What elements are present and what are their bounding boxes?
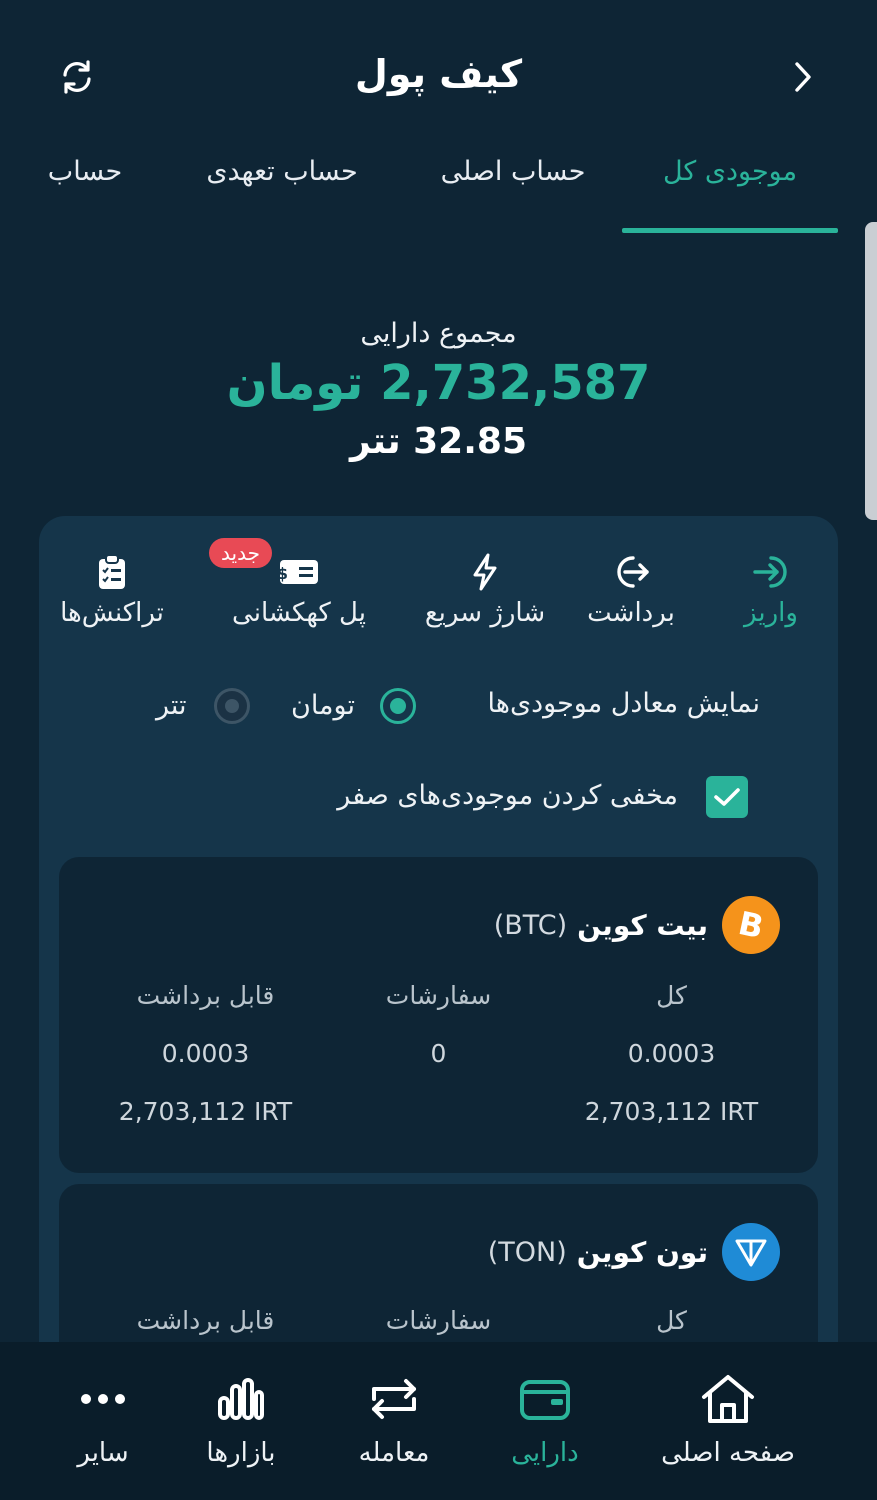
total-toman-value: 2,732,587 تومان [226,355,651,411]
nav-markets[interactable]: بازارها [194,1372,288,1468]
check-icon [714,788,740,806]
app-header: کیف پول [0,0,877,150]
withdraw-label: برداشت [587,598,675,628]
withdrawable-irt-value: 2,703,112 IRT [118,1097,293,1126]
new-badge: جدید [209,538,272,568]
nav-markets-label: بازارها [206,1438,276,1468]
wallet-icon [520,1380,570,1420]
galaxy-bridge-label: پل کهکشانی [232,598,366,628]
page-title: کیف پول [354,52,523,96]
toncoin-icon [722,1223,780,1281]
bottom-navigation: صفحه اصلی دارایی معامله بازارها سایر [0,1342,877,1500]
ticket-icon: $ [279,560,318,584]
column-header: قابل برداشت [136,981,275,1010]
column-header: قابل برداشت [136,1306,275,1335]
radio-tether-label[interactable]: تتر [156,690,187,721]
coin-card-btc[interactable]: B بیت کوین (BTC) کل سفارشات قابل برداشت … [59,857,818,1173]
column-header: کل [656,1306,687,1335]
column-withdrawable: قابل برداشت [79,1306,332,1335]
hide-zero-checkbox[interactable] [706,776,748,818]
column-withdrawable: قابل برداشت [79,981,332,1010]
nav-more-label: سایر [77,1438,129,1468]
radio-tether[interactable] [214,688,250,724]
clipboard-icon [99,554,125,589]
active-tab-indicator [622,228,838,233]
nav-assets[interactable]: دارایی [492,1372,598,1468]
total-amount: 0.0003 [627,1039,716,1068]
coin-symbol: (BTC) [493,909,568,941]
transactions-button[interactable]: تراکنش‌ها [49,552,175,628]
total-assets-label: مجموع دارایی [360,318,517,349]
radio-toman-label[interactable]: تومان [291,690,355,721]
orders-amount: 0 [430,1039,447,1068]
equivalent-display-row: نمایش معادل موجودی‌ها تومان تتر [39,684,838,728]
radio-toman[interactable] [380,688,416,724]
total-irt-value: 2,703,112 IRT [584,1097,759,1126]
nav-more[interactable]: سایر [60,1372,146,1468]
deposit-icon [753,556,787,588]
back-button[interactable] [779,54,825,100]
hide-zero-row: مخفی کردن موجودی‌های صفر [39,774,838,818]
withdraw-button[interactable]: برداشت [579,552,683,628]
withdrawable-amount: 0.0003 [161,1039,250,1068]
tab-main-account[interactable]: حساب اصلی [420,156,606,187]
quick-charge-button[interactable]: شارژ سریع [415,552,555,628]
coin-symbol: (TON) [487,1236,567,1268]
quick-charge-label: شارژ سریع [424,598,546,628]
column-header: کل [656,981,687,1010]
svg-text:B: B [735,907,767,943]
balance-summary: مجموع دارایی 2,732,587 تومان 32.85 تتر [0,318,877,462]
chevron-right-icon [795,62,811,92]
total-tether-value: 32.85 تتر [349,421,527,462]
lightning-icon [473,553,497,591]
exchange-icon [372,1379,416,1419]
coin-header: تون کوین (TON) [488,1222,780,1282]
bitcoin-icon: B [722,896,780,954]
withdraw-icon [617,556,649,588]
transactions-label: تراکنش‌ها [60,598,164,628]
deposit-button[interactable]: واریز [717,552,825,628]
nav-assets-label: دارایی [511,1438,579,1468]
nav-home-label: صفحه اصلی [661,1438,795,1468]
home-icon [702,1375,754,1423]
deposit-label: واریز [744,598,798,628]
svg-text:$: $ [279,564,288,583]
hide-zero-label: مخفی کردن موجودی‌های صفر [337,780,678,811]
column-header: سفارشات [385,1306,492,1335]
nav-trade-label: معامله [358,1438,430,1468]
equivalent-display-label: نمایش معادل موجودی‌ها [487,688,760,719]
column-total: کل [545,1306,798,1335]
bar-chart-icon [218,1378,264,1420]
more-icon [81,1394,125,1404]
column-orders: سفارشات [312,1306,565,1335]
tab-account[interactable]: حساب [30,156,140,187]
tab-margin-account[interactable]: حساب تعهدی [180,156,384,187]
coin-name: تون کوین [576,1235,708,1269]
tab-total-balance[interactable]: موجودی کل [622,156,838,187]
column-header: سفارشات [385,981,492,1010]
coin-header: B بیت کوین (BTC) [494,895,780,955]
column-orders: سفارشات [312,981,565,1010]
nav-home[interactable]: صفحه اصلی [648,1372,808,1468]
coin-name: بیت کوین [577,908,708,942]
wallet-panel: واریز برداشت شارژ سریع $ پل کهکشانی جدید… [39,516,838,1500]
account-tabs: موجودی کل حساب اصلی حساب تعهدی حساب [0,150,877,235]
column-total: کل [545,981,798,1010]
nav-trade[interactable]: معامله [342,1372,446,1468]
